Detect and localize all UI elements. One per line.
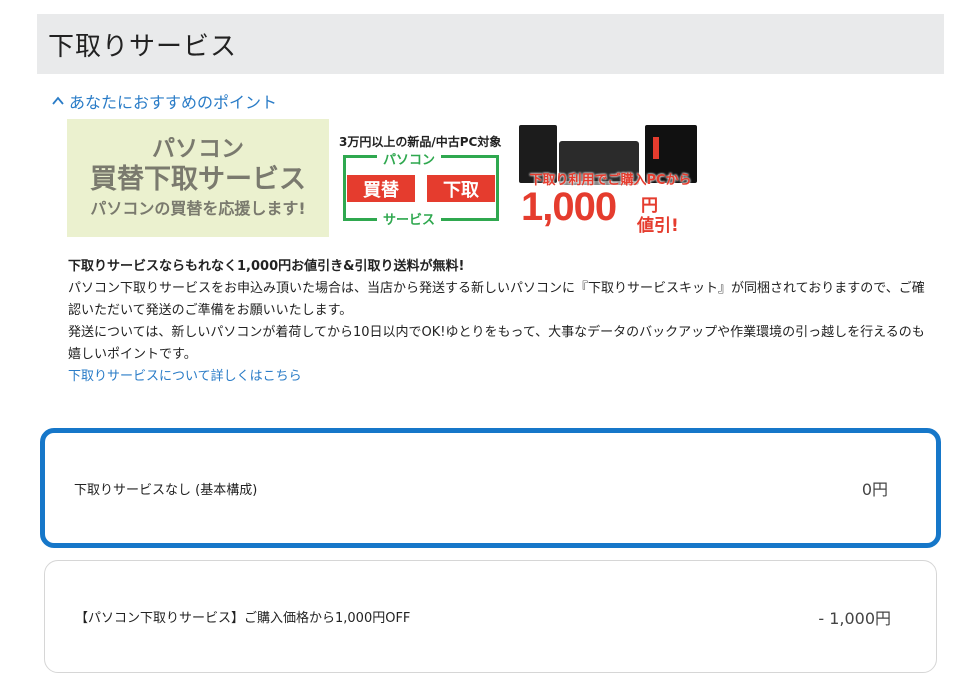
- banner-left-panel: パソコン 買替下取サービス パソコンの買替を応援します!: [67, 119, 329, 237]
- option-pc-trade-in[interactable]: 【パソコン下取りサービス】ご購入価格から1,000円OFF - 1,000円: [44, 560, 937, 673]
- option-price: 0円: [861, 480, 888, 499]
- option-price: - 1,000円: [818, 608, 891, 628]
- banner-right-panel: 下取り利用でご購入PCから 1,000 円 値引!: [519, 119, 702, 237]
- trade-in-banner: パソコン 買替下取サービス パソコンの買替を応援します! 3万円以上の新品/中古…: [67, 119, 702, 237]
- description-para1: パソコン下取りサービスをお申込み頂いた場合は、当店から発送する新しいパソコンに『…: [68, 281, 925, 318]
- banner-amount: 1,000: [521, 185, 617, 229]
- banner-caption: 3万円以上の新品/中古PC対象: [339, 135, 502, 149]
- banner-middle-panel: 3万円以上の新品/中古PC対象 パソコン 買替 下取 サービス: [329, 119, 519, 237]
- banner-service-label: サービス: [377, 209, 442, 228]
- option-no-trade-in[interactable]: 下取りサービスなし (基本構成) 0円: [40, 428, 941, 548]
- banner-pc-label: パソコン: [377, 149, 442, 168]
- recommend-points-label: あなたにおすすめのポイント: [69, 93, 278, 112]
- banner-line2: 買替下取サービス: [90, 164, 306, 195]
- option-label: 下取りサービスなし (基本構成): [74, 482, 258, 498]
- kaikae-box: 買替: [347, 175, 415, 202]
- section-title: 下取りサービス: [48, 31, 238, 62]
- service-description: 下取りサービスならもれなく1,000円お値引き&引取り送料が無料! パソコン下取…: [68, 256, 928, 388]
- banner-line1: パソコン: [152, 136, 244, 162]
- service-details-link[interactable]: 下取りサービスについて詳しくはこちら: [68, 366, 928, 388]
- option-label: 【パソコン下取りサービス】ご購入価格から1,000円OFF: [75, 611, 411, 626]
- chevron-up-icon: [52, 96, 64, 105]
- recommend-points-toggle[interactable]: あなたにおすすめのポイント: [51, 89, 277, 113]
- shitadori-box: 下取: [427, 175, 495, 202]
- banner-line3: パソコンの買替を応援します!: [90, 199, 306, 218]
- banner-discount: 値引!: [637, 216, 679, 236]
- description-lead: 下取りサービスならもれなく1,000円お値引き&引取り送料が無料!: [68, 259, 465, 274]
- section-header: 下取りサービス: [37, 14, 944, 74]
- description-para2: 発送については、新しいパソコンが着荷してから10日以内でOK!ゆとりをもって、大…: [68, 325, 925, 362]
